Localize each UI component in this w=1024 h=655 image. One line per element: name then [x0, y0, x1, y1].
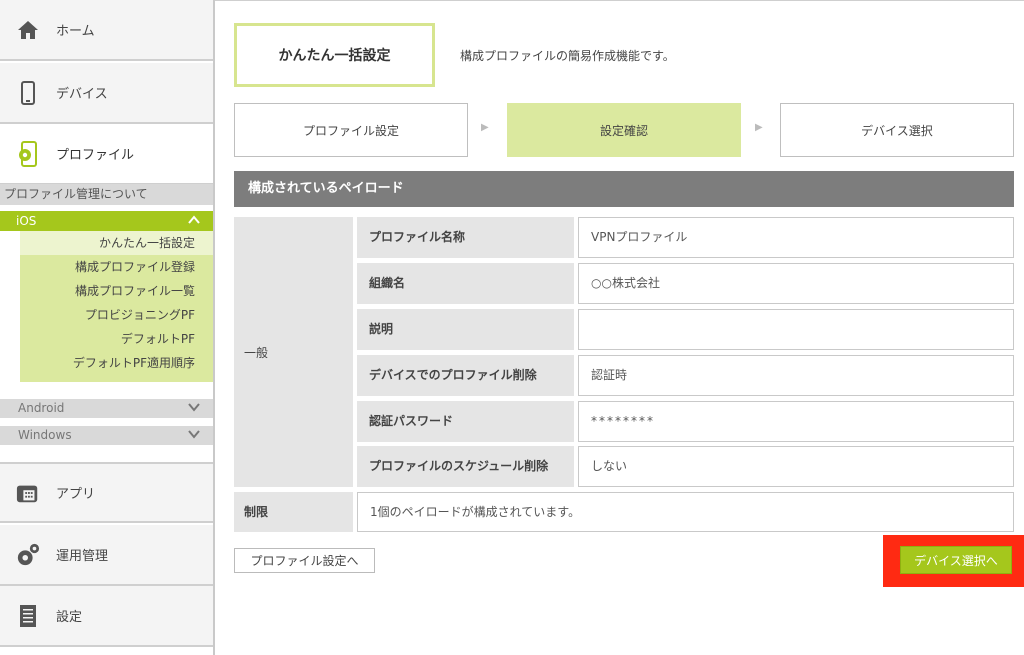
sidebar: ホーム デバイス プロファイル プロファイル管理について iOS かんたん一括設… [0, 0, 215, 655]
sidebar-item-profile-register[interactable]: 構成プロファイル登録 [20, 255, 213, 279]
ios-menu: かんたん一括設定 構成プロファイル登録 構成プロファイル一覧 プロビジョニングP… [20, 231, 213, 382]
row-value-scheduled-removal: しない [578, 446, 1014, 487]
nav-device[interactable]: デバイス [0, 63, 213, 124]
chevron-down-icon [187, 400, 201, 420]
nav-home-label: ホーム [56, 24, 95, 39]
phone-icon [16, 79, 40, 107]
row-label-profile-name: プロファイル名称 [357, 217, 574, 258]
general-group-label: 一般 [234, 217, 353, 487]
row-value-description [578, 309, 1014, 350]
app-icon [16, 479, 40, 507]
step-arrow-icon: ▶ [481, 122, 489, 133]
sidebar-item-about-profile[interactable]: プロファイル管理について [0, 184, 213, 205]
sidebar-item-provisioning-pf[interactable]: プロビジョニングPF [20, 303, 213, 327]
nav-home[interactable]: ホーム [0, 0, 213, 61]
step-profile-settings: プロファイル設定 [234, 103, 468, 157]
row-label-profile-removal: デバイスでのプロファイル削除 [357, 355, 574, 396]
sidebar-item-easy-setup[interactable]: かんたん一括設定 [20, 231, 213, 255]
nav-app-label: アプリ [56, 487, 96, 502]
nav-profile[interactable]: プロファイル [0, 124, 213, 185]
back-to-profile-settings-button[interactable]: プロファイル設定へ [234, 548, 375, 573]
nav-settings[interactable]: 設定 [0, 586, 213, 647]
page-description: 構成プロファイルの簡易作成機能です。 [460, 49, 675, 63]
general-label: 一般 [244, 345, 269, 360]
top-divider [215, 0, 1024, 1]
chevron-up-icon [187, 213, 201, 233]
sidebar-group-windows[interactable]: Windows [0, 426, 213, 445]
windows-label: Windows [18, 428, 72, 442]
page-title: かんたん一括設定 [234, 23, 435, 87]
row-value-restrictions: 1個のペイロードが構成されています。 [357, 492, 1014, 532]
section-header: 構成されているペイロード [234, 171, 1014, 207]
step-arrow-icon: ▶ [755, 122, 763, 133]
ios-label: iOS [16, 214, 37, 228]
row-label-scheduled-removal: プロファイルのスケジュール削除 [357, 446, 574, 487]
chevron-down-icon [187, 427, 201, 447]
nav-operations-label: 運用管理 [56, 549, 109, 564]
row-label-organization: 組織名 [357, 263, 574, 304]
home-icon [16, 16, 40, 44]
sidebar-item-default-pf[interactable]: デフォルトPF [20, 327, 213, 351]
step-confirm: 設定確認 [507, 103, 741, 157]
nav-settings-label: 設定 [56, 610, 83, 625]
nav-profile-label: プロファイル [56, 148, 135, 163]
nav-device-label: デバイス [56, 87, 108, 102]
gears-icon [16, 541, 40, 569]
row-value-auth-password: ******** [578, 401, 1014, 442]
nav-app[interactable]: アプリ [0, 462, 213, 523]
row-value-profile-removal: 認証時 [578, 355, 1014, 396]
row-label-description: 説明 [357, 309, 574, 350]
row-value-profile-name: VPNプロファイル [578, 217, 1014, 258]
nav-operations[interactable]: 運用管理 [0, 525, 213, 586]
row-value-organization: ○○株式会社 [578, 263, 1014, 304]
row-label-auth-password: 認証パスワード [357, 401, 574, 442]
sidebar-group-ios[interactable]: iOS [0, 211, 213, 231]
document-icon [16, 602, 40, 630]
row-label-restrictions: 制限 [234, 492, 353, 532]
sidebar-item-default-pf-order[interactable]: デフォルトPF適用順序 [20, 351, 213, 375]
android-label: Android [18, 401, 65, 415]
profile-gear-icon [16, 140, 40, 168]
step-device-select: デバイス選択 [780, 103, 1014, 157]
sidebar-group-android[interactable]: Android [0, 399, 213, 418]
sidebar-item-profile-list[interactable]: 構成プロファイル一覧 [20, 279, 213, 303]
device-select-button[interactable]: デバイス選択へ [900, 546, 1012, 574]
